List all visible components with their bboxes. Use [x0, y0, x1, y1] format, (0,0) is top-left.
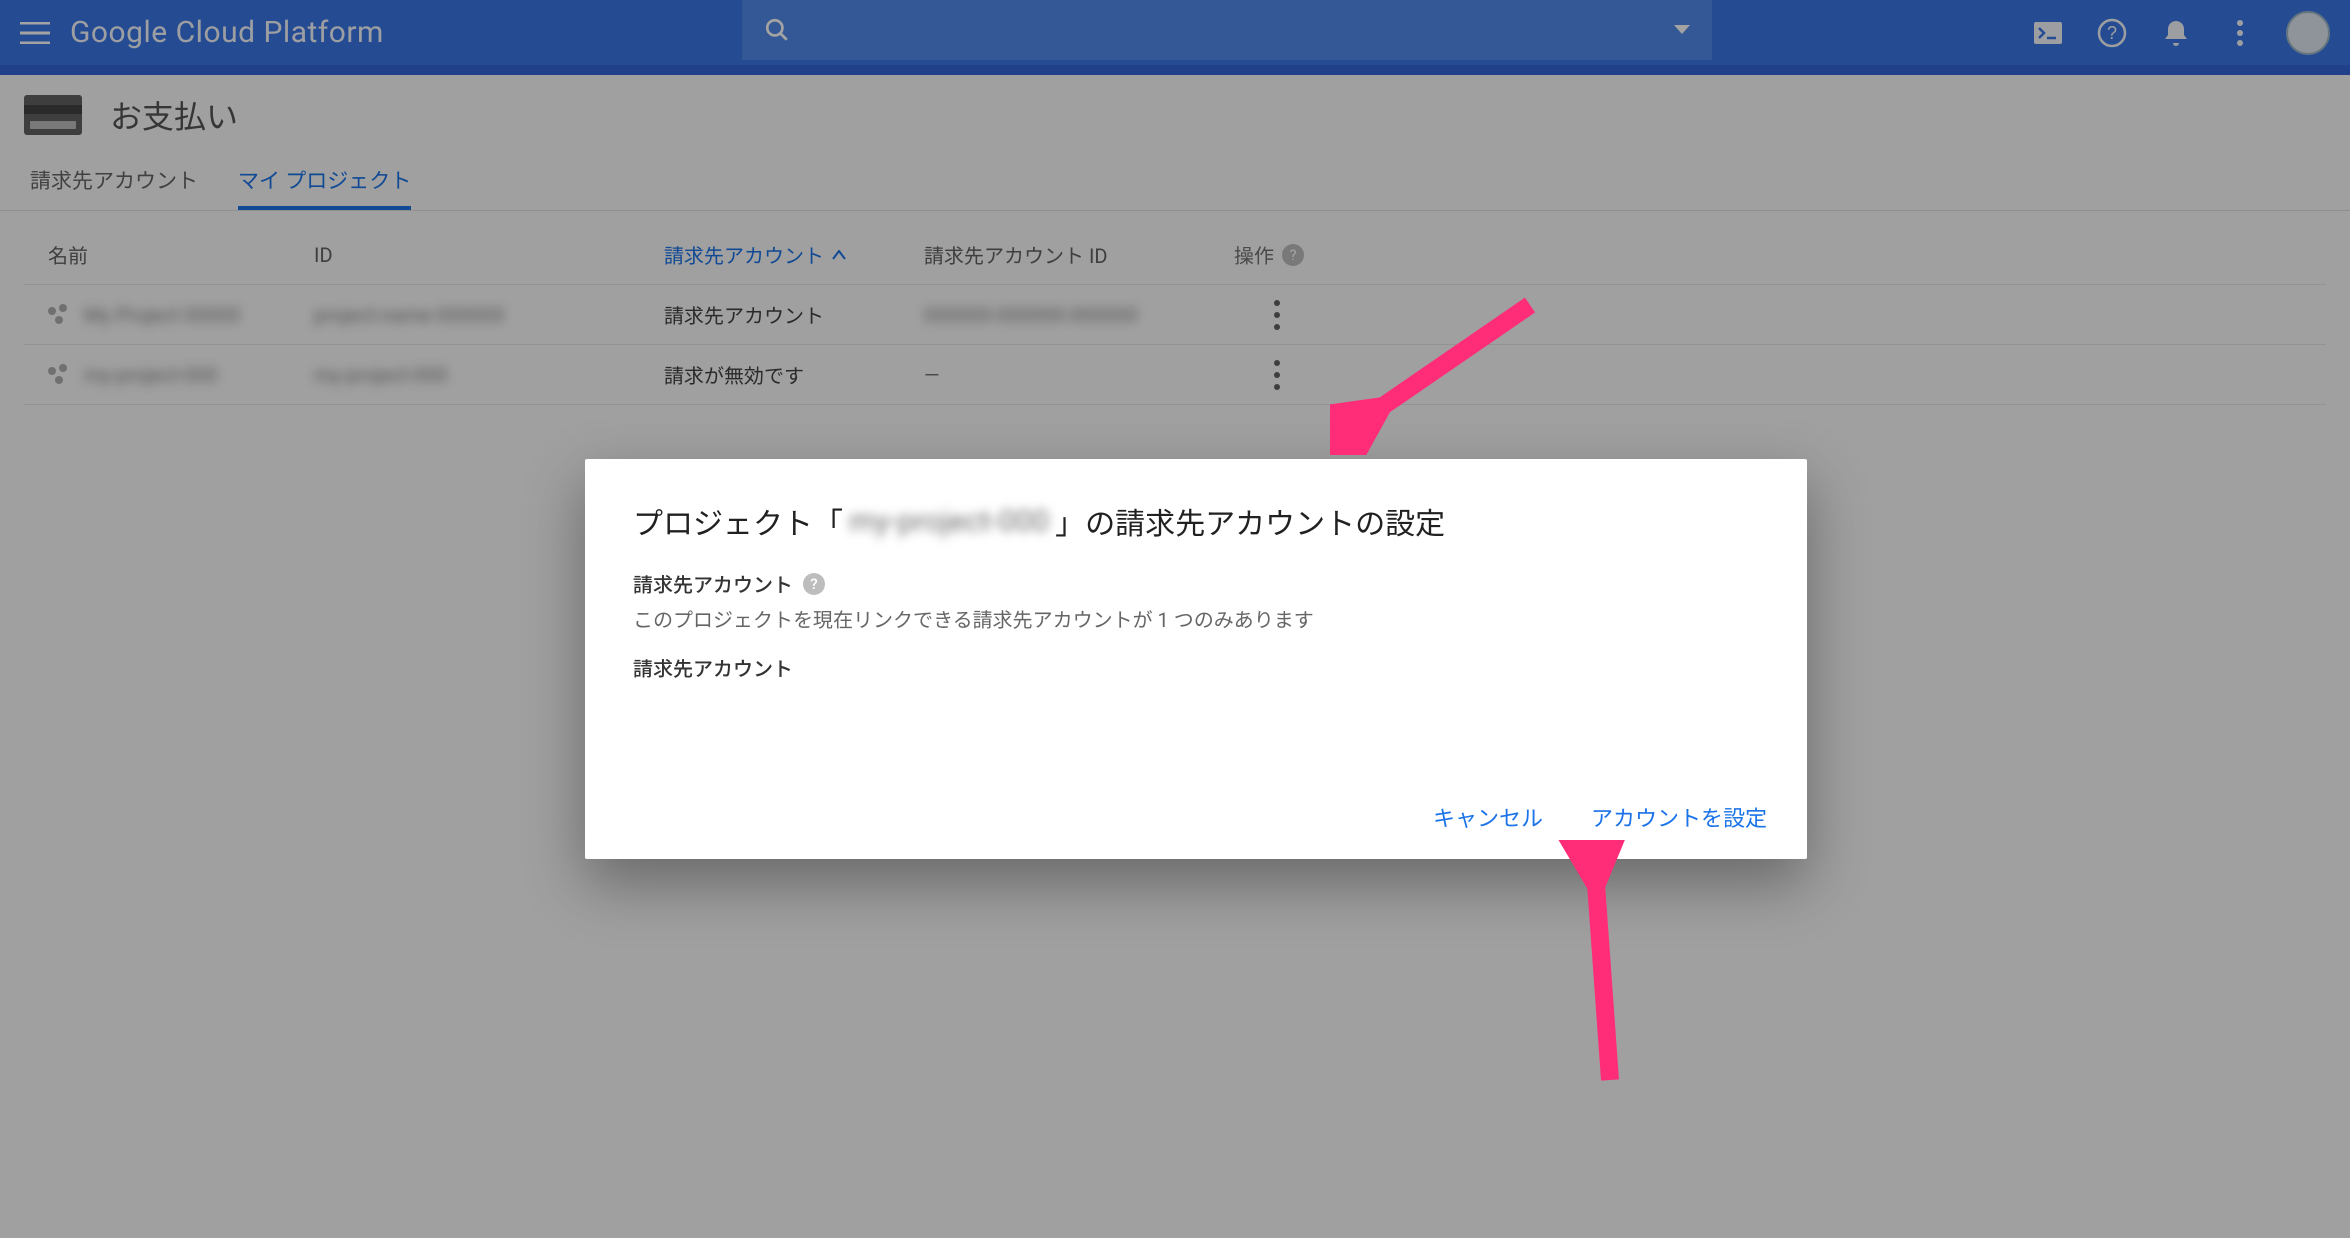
modal-field-label: 請求先アカウント	[633, 569, 793, 598]
modal-selected-account[interactable]: 請求先アカウント	[633, 653, 1759, 682]
modal-field-label-row: 請求先アカウント ?	[633, 569, 1759, 598]
billing-account-modal: プロジェクト「 my-project-000 」の請求先アカウントの設定 請求先…	[585, 459, 1807, 859]
modal-title: プロジェクト「 my-project-000 」の請求先アカウントの設定	[633, 499, 1759, 543]
cancel-button[interactable]: キャンセル	[1433, 801, 1543, 833]
modal-help-text: このプロジェクトを現在リンクできる請求先アカウントが 1 つのみあります	[633, 604, 1759, 633]
set-account-button[interactable]: アカウントを設定	[1591, 801, 1767, 833]
modal-project-name: my-project-000	[843, 504, 1055, 539]
help-icon[interactable]: ?	[803, 573, 825, 595]
modal-title-suffix: 」の請求先アカウントの設定	[1055, 499, 1445, 543]
modal-actions: キャンセル アカウントを設定	[1433, 801, 1767, 833]
modal-title-prefix: プロジェクト「	[633, 499, 843, 543]
